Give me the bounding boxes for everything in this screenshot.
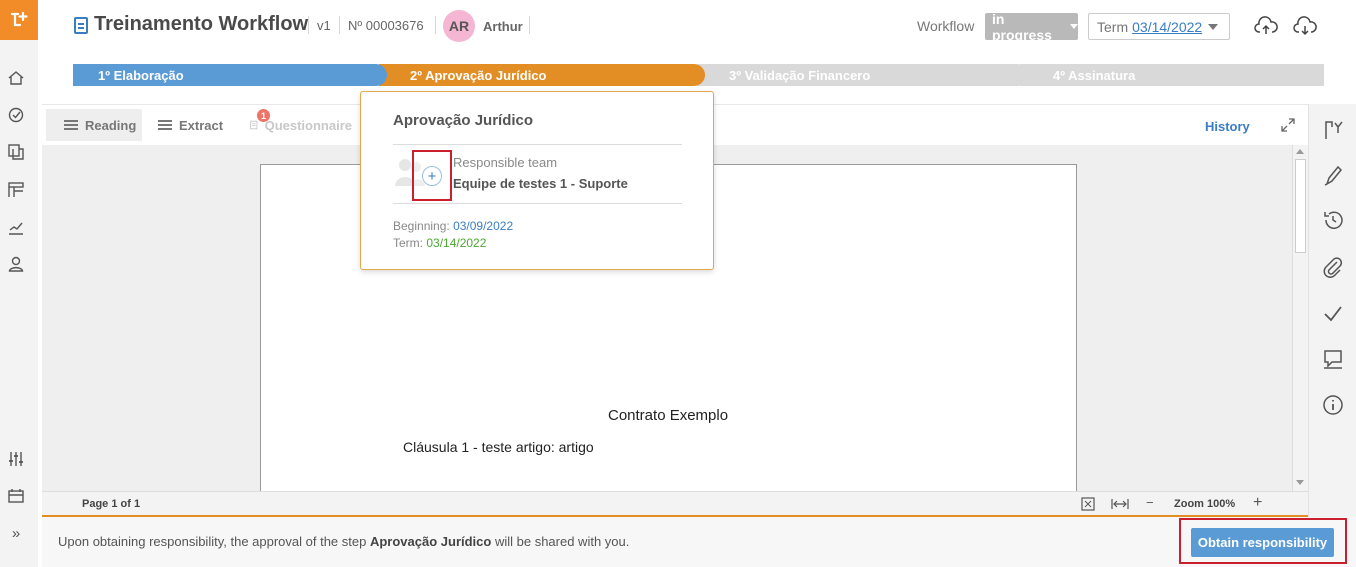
divider [529,16,530,34]
page-title: Treinamento Workflow [94,13,309,35]
info-icon[interactable] [1322,394,1344,416]
expand-chevron-icon[interactable]: » [6,523,26,543]
comment-icon[interactable] [1322,348,1344,370]
document-clause: Cláusula 1 - teste artigo: artigo [403,439,594,455]
settings-sliders-icon[interactable] [6,449,26,469]
add-member-button[interactable]: + [422,166,442,186]
divider [435,16,436,34]
tab-questionnaire-label: Questionnaire [264,117,352,133]
scroll-down-icon[interactable] [1296,480,1304,485]
logo-icon [10,11,28,27]
step-validacao-financero[interactable]: 3º Validação Financero [697,64,1028,86]
responsible-team: Equipe de testes 1 - Suporte [453,176,628,191]
document-title: Contrato Exemplo [608,407,729,424]
message-suffix: will be shared with you. [491,534,630,549]
bottom-bar: Upon obtaining responsibility, the appro… [42,517,1356,567]
popover-term-label: Term: [393,236,423,250]
term-dropdown[interactable]: Term 03/14/2022 [1088,13,1230,40]
check-icon[interactable] [1322,302,1344,324]
obtain-responsibility-button[interactable]: Obtain responsibility [1191,528,1334,557]
beginning-info: Beginning: 03/09/2022 [393,219,513,233]
chevron-down-icon [1070,24,1078,29]
templates-icon[interactable] [6,180,26,200]
viewer-statusbar: Page 1 of 1 − Zoom 100% + [42,491,1308,517]
workflow-icon[interactable] [6,105,26,125]
step-aprovacao-juridico[interactable]: 2º Aprovação Jurídico [379,64,705,86]
documents-icon[interactable] [6,142,26,162]
history-link[interactable]: History [1205,119,1250,134]
scroll-up-icon[interactable] [1296,149,1304,154]
extract-icon [158,120,172,130]
questionnaire-badge: 1 [257,109,270,122]
responsibility-message: Upon obtaining responsibility, the appro… [58,534,629,549]
tab-reading-label: Reading [85,117,137,133]
responsible-label: Responsible team [453,155,558,170]
flow-icon[interactable] [1322,119,1344,141]
document-number: Nº 00003676 [348,18,424,33]
status-dropdown[interactable]: in progress [985,10,1078,43]
header: Treinamento Workflow v1 Nº 00003676 AR A… [38,0,1356,56]
user-icon[interactable] [6,254,26,274]
divider [308,16,309,34]
workflow-steps: 1º Elaboração 2º Aprovação Jurídico 3º V… [73,64,1324,86]
fit-page-icon[interactable] [1081,497,1095,511]
document-icon [74,17,88,34]
user-name: Arthur [483,19,523,34]
term-info: Term: 03/14/2022 [393,236,486,250]
history-icon[interactable] [1322,209,1344,231]
workflow-label: Workflow [917,18,975,34]
status-label: in progress [992,10,1052,43]
version-label: v1 [317,18,331,33]
zoom-level: Zoom 100% [1174,498,1236,510]
home-icon[interactable] [6,68,26,88]
step-elaboracao[interactable]: 1º Elaboração [73,64,387,86]
left-sidebar: » [0,0,38,567]
pen-icon[interactable] [1322,164,1344,186]
zoom-in-button[interactable]: + [1253,494,1262,512]
vertical-scrollbar[interactable] [1292,145,1308,491]
divider [393,144,682,145]
cloud-upload-icon[interactable] [1254,15,1278,37]
chevron-down-icon [1208,23,1219,30]
step-popover: Aprovação Jurídico + Responsible team Eq… [360,91,714,270]
beginning-label: Beginning: [393,219,450,233]
popover-term-date: 03/14/2022 [426,236,487,250]
reports-icon[interactable] [6,217,26,237]
tab-reading[interactable]: Reading [46,109,142,141]
app-logo[interactable] [0,0,38,40]
term-date: 03/14/2022 [1132,18,1203,35]
avatar[interactable]: AR [443,10,475,42]
add-team-highlight: + [412,150,452,201]
message-step: Aprovação Jurídico [369,534,492,549]
divider [339,16,340,34]
fullscreen-icon[interactable] [1280,117,1296,133]
message-prefix: Upon obtaining responsibility, the appro… [58,534,370,549]
term-label: Term [1097,18,1129,35]
tab-extract-label: Extract [179,117,224,133]
fit-width-icon[interactable] [1111,497,1129,511]
questionnaire-icon [250,120,258,130]
beginning-date: 03/09/2022 [453,219,514,233]
page-info: Page 1 of 1 [82,498,141,510]
obtain-highlight: Obtain responsibility [1179,518,1347,564]
reading-icon [64,120,78,130]
right-sidebar [1308,104,1356,517]
calendar-icon[interactable] [6,486,26,506]
tab-extract[interactable]: Extract [140,109,226,141]
zoom-out-button[interactable]: − [1146,495,1154,510]
cloud-download-icon[interactable] [1293,15,1317,37]
tab-questionnaire[interactable]: Questionnaire [232,109,352,141]
step-assinatura[interactable]: 4º Assinatura [1020,64,1324,86]
popover-title: Aprovação Jurídico [393,112,534,129]
attachment-icon[interactable] [1322,256,1344,278]
divider [393,203,682,204]
scrollbar-thumb[interactable] [1295,159,1306,253]
